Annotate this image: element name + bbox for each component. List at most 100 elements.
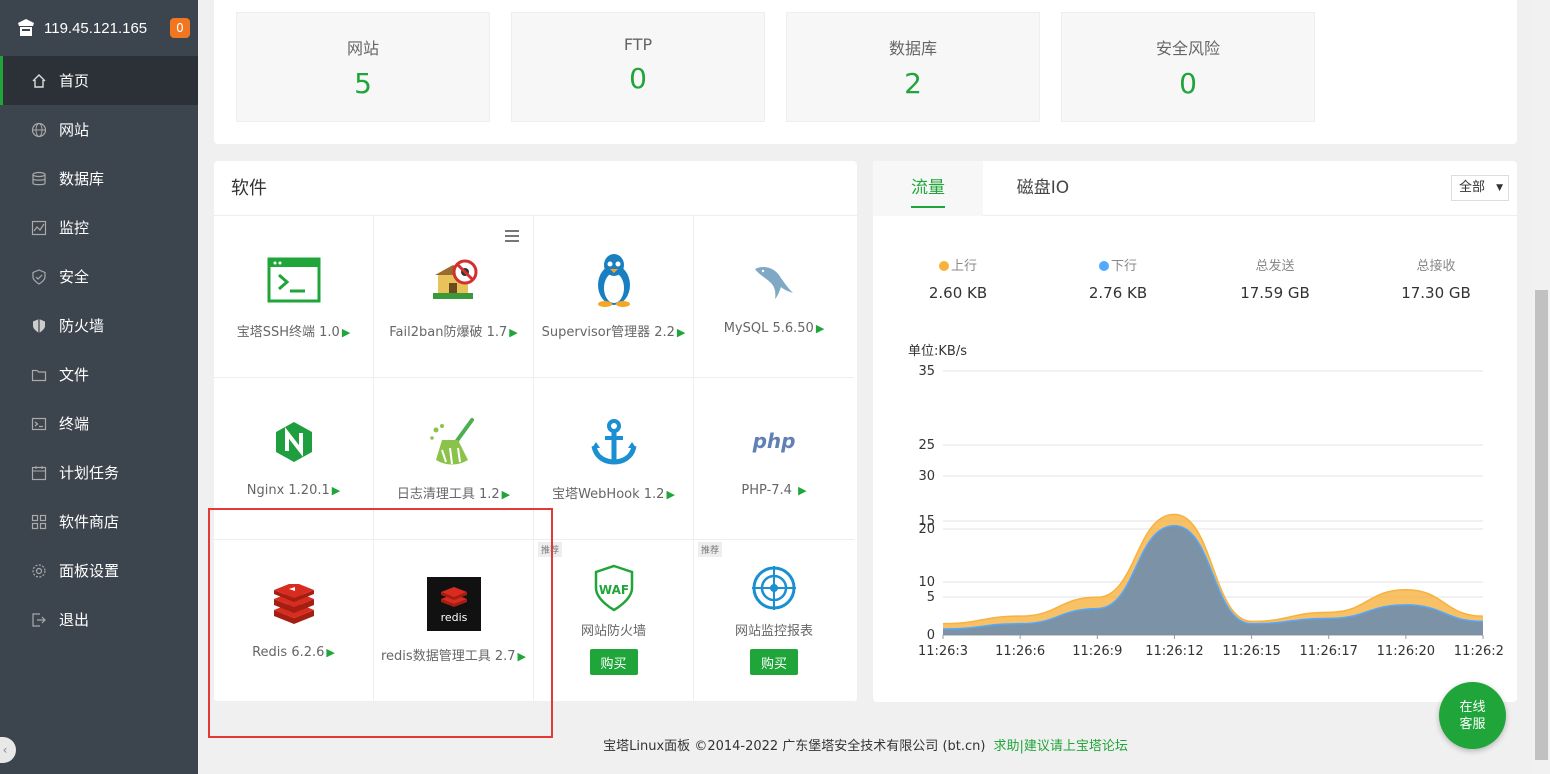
highlight-annotation-box — [208, 508, 553, 738]
terminal-icon — [30, 415, 48, 433]
page-scrollbar[interactable] — [1533, 0, 1550, 774]
folder-icon — [30, 366, 48, 384]
sidebar-item-logout[interactable]: 退出 — [0, 595, 198, 644]
sidebar-item-label: 退出 — [59, 611, 90, 629]
y-tick-label: 10 — [918, 575, 935, 590]
overview-databases[interactable]: 数据库 2 — [786, 12, 1040, 122]
play-icon[interactable]: ▶ — [342, 326, 350, 339]
server-shield-icon — [18, 19, 34, 36]
overview-websites[interactable]: 网站 5 — [236, 12, 490, 122]
software-name: Fail2ban防爆破 1.7 — [389, 325, 508, 340]
server-ip[interactable]: 119.45.121.165 — [44, 20, 147, 37]
software-item-ssh[interactable]: 宝塔SSH终端 1.0 ▶ — [214, 216, 374, 378]
overview-ftp[interactable]: FTP 0 — [511, 12, 765, 122]
footer-copyright: 宝塔Linux面板 ©2014-2022 广东堡塔安全技术有限公司 (bt.cn… — [603, 739, 986, 754]
software-item-supervisor[interactable]: Supervisor管理器 2.2 ▶ — [534, 216, 694, 378]
software-item-fail2ban[interactable]: Fail2ban防爆破 1.7 ▶ — [374, 216, 534, 378]
notification-badge[interactable]: 0 — [170, 18, 190, 38]
stat-total-received: 总接收 17.30 GB — [1376, 255, 1496, 302]
play-icon[interactable]: ▶ — [509, 326, 517, 339]
overview-label: 数据库 — [888, 39, 937, 58]
software-item-waf[interactable]: 推荐 WAF 网站防火墙 购买 — [534, 540, 694, 702]
sidebar-item-firewall[interactable]: 防火墙 — [0, 301, 198, 350]
sidebar-item-monitor[interactable]: 监控 — [0, 203, 198, 252]
overview-label: FTP — [623, 35, 653, 54]
software-item-webhook[interactable]: 宝塔WebHook 1.2 ▶ — [534, 378, 694, 540]
waf-icon: WAF — [586, 560, 642, 616]
play-icon[interactable]: ▶ — [677, 326, 685, 339]
x-tick-label: 11:26:15 — [1222, 644, 1280, 659]
shield-icon — [30, 268, 48, 286]
gear-icon — [30, 562, 48, 580]
sidebar-item-cron[interactable]: 计划任务 — [0, 448, 198, 497]
sidebar: 119.45.121.165 0 首页 网站 数据库 监控 安全 防火墙 文件 … — [0, 0, 198, 774]
y-tick-label: 0 — [927, 628, 935, 643]
y-tick-label: 20 — [918, 522, 935, 537]
software-item-site-monitor[interactable]: 推荐 网站监控报表 购买 — [694, 540, 854, 702]
firewall-icon — [30, 317, 48, 335]
buy-button-site-monitor[interactable]: 购买 — [750, 649, 798, 675]
sidebar-item-settings[interactable]: 面板设置 — [0, 546, 198, 595]
sidebar-item-label: 文件 — [59, 366, 90, 384]
software-name: MySQL 5.6.50 — [723, 321, 814, 336]
play-icon[interactable]: ▶ — [502, 488, 510, 501]
database-icon — [30, 170, 48, 188]
sidebar-item-label: 数据库 — [59, 170, 105, 188]
footer-forum-link[interactable]: 求助|建议请上宝塔论坛 — [993, 739, 1127, 754]
stat-label: 下行 — [1110, 259, 1137, 274]
play-icon[interactable]: ▶ — [332, 484, 340, 497]
sidebar-item-terminal[interactable]: 终端 — [0, 399, 198, 448]
sidebar-item-label: 软件商店 — [59, 513, 120, 531]
online-service-button[interactable]: 在线 客服 — [1439, 682, 1506, 749]
buy-button-waf[interactable]: 购买 — [589, 649, 638, 675]
tab-traffic[interactable]: 流量 — [873, 161, 983, 216]
download-dot-icon — [1098, 261, 1109, 271]
sidebar-item-database[interactable]: 数据库 — [0, 154, 198, 203]
stat-value: 17.30 GB — [1401, 284, 1471, 302]
sidebar-item-label: 终端 — [59, 415, 90, 433]
y-tick-label: 5 — [927, 590, 935, 605]
x-tick-label: 11:26:9 — [1072, 644, 1122, 659]
anchor-icon — [586, 414, 642, 470]
x-tick-label: 11:26:23 — [1454, 644, 1503, 659]
overview-value[interactable]: 2 — [787, 67, 1039, 100]
menu-icon[interactable] — [505, 230, 519, 242]
scrollbar-thumb[interactable] — [1535, 290, 1548, 760]
overview-value[interactable]: 0 — [512, 62, 764, 95]
stat-label: 总接收 — [1416, 259, 1456, 274]
play-icon[interactable]: ▶ — [798, 484, 806, 497]
sidebar-item-label: 安全 — [59, 268, 90, 286]
play-icon[interactable]: ▶ — [666, 488, 674, 501]
software-name: 网站监控报表 — [734, 624, 813, 639]
interface-select[interactable]: 全部 ▼ — [1451, 175, 1509, 201]
sidebar-item-security[interactable]: 安全 — [0, 252, 198, 301]
sidebar-item-home[interactable]: 首页 — [0, 56, 198, 105]
overview-value[interactable]: 0 — [1062, 67, 1314, 100]
sidebar-item-store[interactable]: 软件商店 — [0, 497, 198, 546]
y-tick-label: 35 — [918, 364, 935, 379]
sidebar-item-label: 监控 — [59, 219, 90, 237]
stat-value: 2.76 KB — [1088, 284, 1148, 302]
software-item-php[interactable]: php PHP-7.4 ▶ — [694, 378, 854, 540]
overview-value[interactable]: 5 — [237, 67, 489, 100]
stat-upload: 上行 2.60 KB — [898, 255, 1018, 302]
sidebar-item-label: 面板设置 — [59, 562, 120, 580]
y-tick-label: 30 — [918, 469, 935, 484]
sidebar-item-label: 防火墙 — [59, 317, 105, 335]
stat-label: 上行 — [950, 259, 977, 274]
tab-disk-io[interactable]: 磁盘IO — [983, 161, 1103, 216]
sidebar-item-files[interactable]: 文件 — [0, 350, 198, 399]
x-tick-label: 11:26:3 — [918, 644, 968, 659]
server-header: 119.45.121.165 0 — [0, 0, 198, 56]
software-name: PHP-7.4 — [741, 483, 797, 498]
software-name: 网站防火墙 — [580, 624, 646, 639]
chevron-down-icon: ▼ — [1496, 183, 1503, 193]
play-icon[interactable]: ▶ — [816, 322, 824, 335]
overview-security-risk[interactable]: 安全风险 0 — [1061, 12, 1315, 122]
recommend-tag: 推荐 — [698, 542, 723, 557]
software-name: 宝塔SSH终端 1.0 — [236, 325, 340, 340]
fail2ban-icon — [426, 252, 482, 308]
mysql-dolphin-icon — [746, 252, 802, 308]
software-item-mysql[interactable]: MySQL 5.6.50 ▶ — [694, 216, 854, 378]
sidebar-item-website[interactable]: 网站 — [0, 105, 198, 154]
